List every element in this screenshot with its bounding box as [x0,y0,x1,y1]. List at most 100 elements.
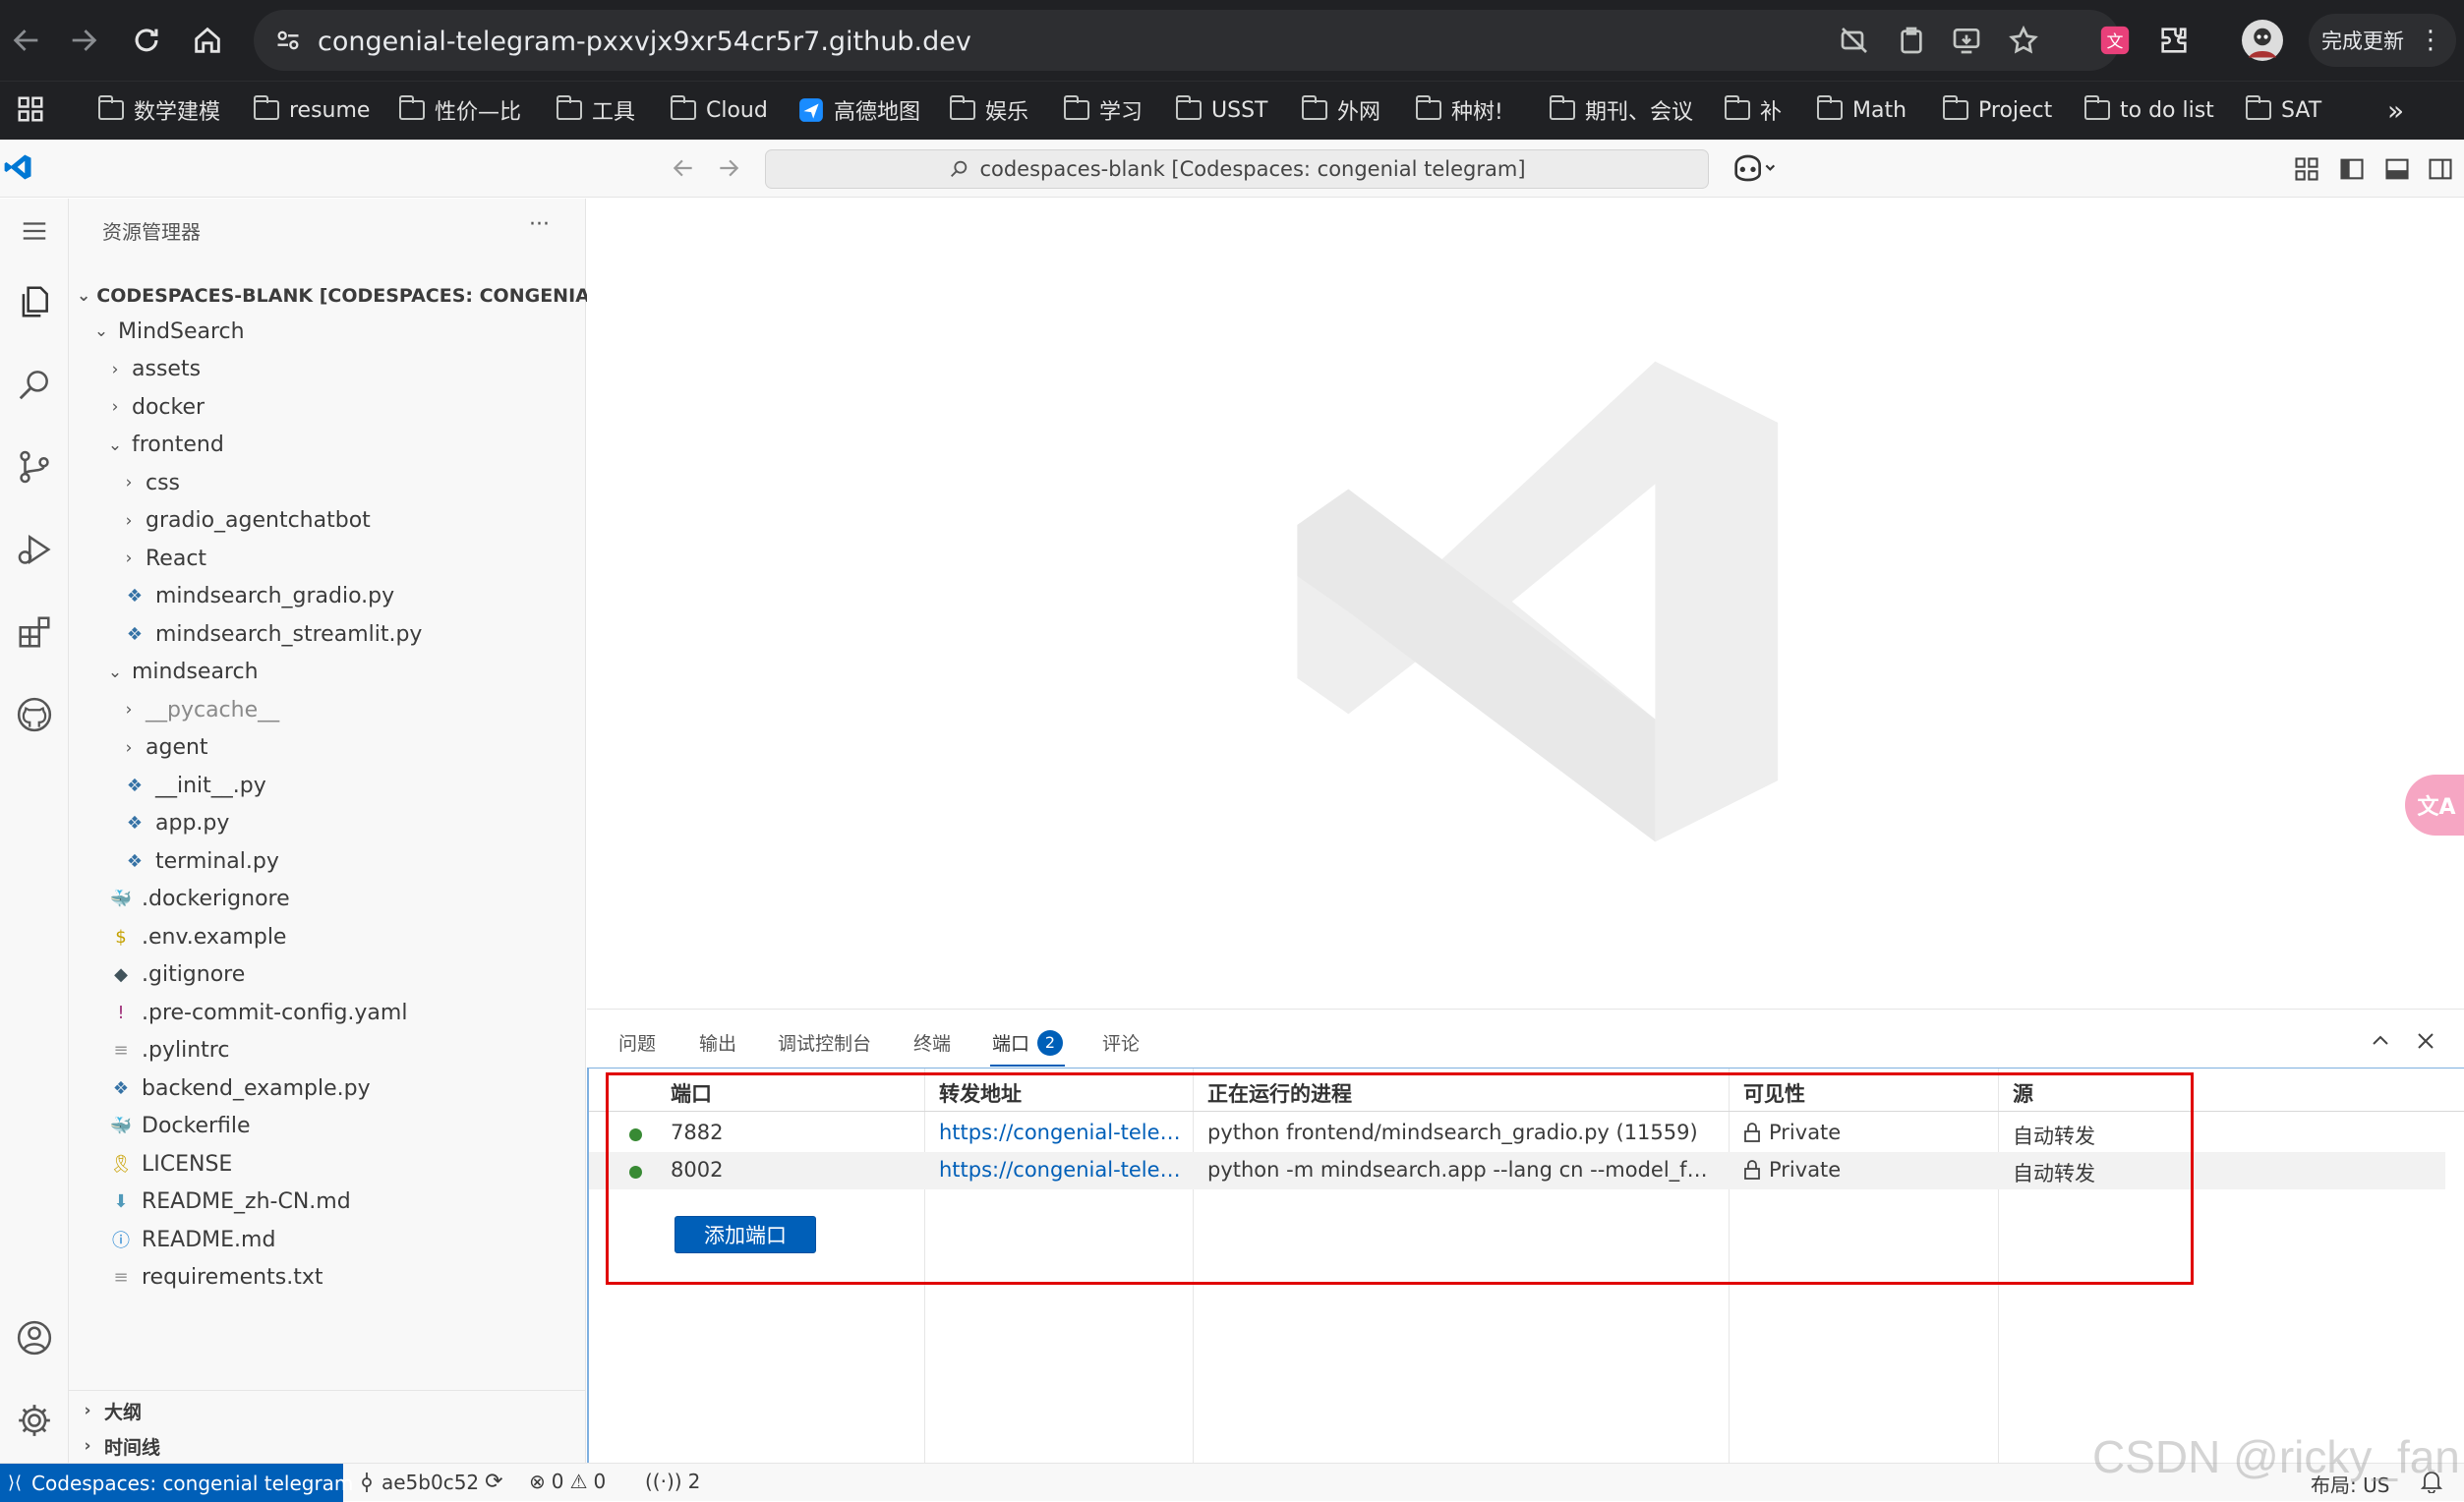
port-number[interactable]: 8002 [671,1158,907,1182]
reload-icon[interactable] [130,24,163,57]
tab-terminal[interactable]: 终端 [913,1029,951,1056]
tab-comments[interactable]: 评论 [1102,1029,1140,1056]
extensions-icon[interactable] [10,607,59,657]
run-debug-icon[interactable] [10,525,59,574]
timeline-section[interactable]: › 时间线 [69,1427,586,1465]
home-icon[interactable] [191,24,224,57]
tree-file[interactable]: ! .pre-commit-config.yaml [69,994,586,1031]
tree-folder[interactable]: › docker [69,388,586,426]
bookmark-folder[interactable]: 娱乐 [950,90,1028,130]
tree-file[interactable]: ◆ .gitignore [69,956,586,994]
back-arrow-icon[interactable] [10,24,43,57]
header-origin[interactable]: 源 [2013,1078,2033,1108]
nav-forward-icon[interactable] [716,155,741,181]
tree-file[interactable]: ≡ .pylintrc [69,1032,586,1069]
camera-off-icon[interactable] [1839,25,1870,56]
forwarded-address-link[interactable]: https://congenial-teleg... [939,1158,1185,1182]
bookmark-folder[interactable]: 数学建模 [98,90,220,130]
branch-status[interactable]: ae5b0c52 ⟳ [358,1470,503,1494]
nav-back-icon[interactable] [671,155,696,181]
toggle-sidebar-icon[interactable] [2338,155,2366,183]
settings-gear-icon[interactable] [10,1396,59,1445]
tree-file[interactable]: 🐳 .dockerignore [69,881,586,918]
copilot-icon[interactable] [1731,152,1776,184]
forwarded-address-link[interactable]: https://congenial-teleg... [939,1121,1185,1144]
tree-file[interactable]: ❖ backend_example.py [69,1069,586,1107]
header-forwarded-address[interactable]: 转发地址 [939,1078,1022,1108]
add-port-button[interactable]: 添加端口 [675,1216,816,1253]
forward-arrow-icon[interactable] [67,24,100,57]
bookmark-folder[interactable]: Math [1817,90,1907,130]
kebab-menu-icon[interactable]: ⋮ [2418,26,2443,55]
bookmark-folder[interactable]: 学习 [1064,90,1143,130]
bookmark-folder[interactable]: resume [254,90,370,130]
tab-ports[interactable]: 端口 2 [992,1029,1064,1056]
bookmark-folder[interactable]: SAT [2246,90,2321,130]
port-number[interactable]: 7882 [671,1121,907,1144]
tree-file[interactable]: 🐳 Dockerfile [69,1108,586,1145]
bookmark-amap[interactable]: 高德地图 [798,90,920,130]
tree-file[interactable]: ≡ requirements.txt [69,1259,586,1297]
address-bar[interactable]: congenial-telegram-pxxvjx9xr54cr5r7.gith… [254,10,2120,71]
tab-debug-console[interactable]: 调试控制台 [778,1029,871,1056]
problems-status[interactable]: ⊗ 0 ⚠ 0 [529,1470,606,1493]
tree-file[interactable]: ⬇ README_zh-CN.md [69,1184,586,1221]
tree-file[interactable]: ❖ mindsearch_gradio.py [69,578,586,615]
more-actions-icon[interactable]: ··· [529,212,550,237]
profile-avatar[interactable] [2242,20,2283,61]
more-bookmarks-icon[interactable]: » [2387,94,2404,127]
tree-file[interactable]: 🎗 LICENSE [69,1145,586,1183]
url-text[interactable]: congenial-telegram-pxxvjx9xr54cr5r7.gith… [318,27,971,57]
visibility-cell[interactable]: Private [1743,1158,1989,1182]
bookmark-folder[interactable]: Cloud [671,90,768,130]
bookmark-folder[interactable]: USST [1176,90,1267,130]
translate-extension-icon[interactable]: 文 [2098,24,2132,57]
close-panel-icon[interactable] [2414,1029,2437,1053]
table-row[interactable]: 7882 https://congenial-teleg... python f… [589,1115,2445,1152]
tree-folder[interactable]: ⌄ mindsearch [69,654,586,691]
tree-folder[interactable]: › React [69,540,586,577]
toggle-secondary-sidebar-icon[interactable] [2427,155,2454,183]
table-row[interactable]: 8002 https://congenial-teleg... python -… [589,1152,2445,1189]
bookmark-folder[interactable]: 补 [1725,90,1782,130]
site-settings-icon[interactable] [273,27,303,54]
ports-status[interactable]: ((·)) 2 [645,1470,700,1493]
explorer-files-icon[interactable] [10,277,59,326]
accounts-icon[interactable] [10,1313,59,1362]
toggle-panel-icon[interactable] [2383,155,2411,183]
tab-output[interactable]: 输出 [699,1029,736,1056]
update-button[interactable]: 完成更新 ⋮ [2309,14,2456,67]
clipboard-icon[interactable] [1896,25,1927,56]
extensions-puzzle-icon[interactable] [2157,24,2191,57]
header-visibility[interactable]: 可见性 [1743,1078,1805,1108]
workspace-root[interactable]: ⌄ CODESPACES-BLANK [CODESPACES: CONGENIA… [69,277,655,315]
github-icon[interactable] [10,690,59,739]
outline-section[interactable]: › 大纲 [69,1392,586,1429]
install-app-icon[interactable] [1951,25,1982,56]
tree-file[interactable]: ⓘ README.md [69,1221,586,1258]
header-port[interactable]: 端口 [671,1078,712,1108]
command-center[interactable]: codespaces-blank [Codespaces: congenial … [765,149,1709,189]
bookmark-folder[interactable]: 外网 [1302,90,1380,130]
tree-file[interactable]: ❖ app.py [69,805,586,842]
remote-indicator[interactable]: ⟩⟨ Codespaces: congenial telegram [0,1464,353,1502]
bookmark-folder[interactable]: 期刊、会议 [1550,90,1693,130]
tree-folder[interactable]: › assets [69,351,586,388]
tree-folder[interactable]: › agent [69,729,586,767]
search-icon[interactable] [10,360,59,409]
bookmark-folder[interactable]: 工具 [557,90,635,130]
menu-icon[interactable] [10,206,59,256]
bookmark-folder[interactable]: Project [1943,90,2052,130]
tree-file[interactable]: $ .env.example [69,918,586,955]
floating-translate-icon[interactable]: 文A [2405,775,2464,836]
maximize-panel-icon[interactable] [2369,1029,2392,1053]
bookmark-folder[interactable]: 性价—比 [399,90,521,130]
apps-grid-icon[interactable] [16,94,45,124]
bookmark-folder[interactable]: to do list [2084,90,2214,130]
tree-folder[interactable]: › css [69,464,586,501]
tree-folder[interactable]: ⌄ frontend [69,427,586,464]
tree-folder[interactable]: ⌄ MindSearch [69,313,586,350]
tree-file[interactable]: ❖ __init__.py [69,767,586,804]
tree-folder[interactable]: › __pycache__ [69,691,586,728]
source-control-icon[interactable] [10,442,59,491]
